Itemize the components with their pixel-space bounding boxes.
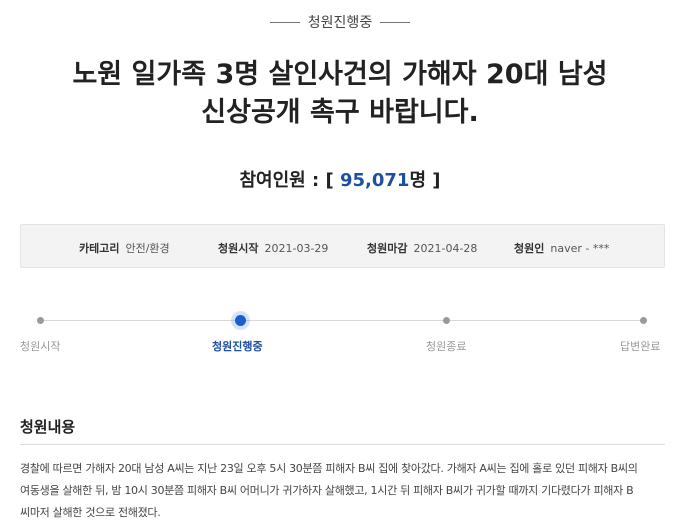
progress-step-answered: 답변완료	[620, 340, 661, 353]
info-category-label: 카테고리	[79, 242, 120, 255]
participant-count-suffix: 명 ]	[409, 170, 441, 191]
info-start-value: 2021-03-29	[264, 242, 329, 255]
status-dash-right	[380, 21, 411, 23]
progress-dot-start	[37, 317, 44, 324]
participant-count-value: 95,071	[339, 170, 410, 191]
status-dash-left	[269, 21, 300, 23]
participant-count: 참여인원 : [ 95,071명 ]	[0, 166, 680, 192]
participant-count-label: 참여인원 : [	[239, 170, 340, 191]
progress-dot-answered	[640, 317, 647, 324]
progress-step-in-progress: 청원진행중	[212, 340, 263, 353]
petition-status: 청원진행중	[0, 12, 680, 32]
info-start-label: 청원시작	[218, 242, 259, 255]
petition-content-body: 경찰에 따르면 가해자 20대 남성 A씨는 지난 23일 오후 5시 30분쯤…	[20, 458, 665, 524]
status-text: 청원진행중	[307, 15, 373, 31]
info-petitioner-value: naver - ***	[550, 242, 610, 255]
progress-dot-in-progress	[235, 315, 246, 326]
info-end-date: 청원마감 2021-04-28	[367, 240, 477, 256]
petition-title-line-1: 노원 일가족 3명 살인사건의 가해자 20대 남성	[72, 59, 608, 90]
petition-title-line-2: 신상공개 촉구 바랍니다.	[201, 97, 479, 128]
info-petitioner: 청원인 naver - ***	[514, 240, 609, 256]
petition-content-heading: 청원내용	[20, 418, 76, 436]
info-category-value: 안전/환경	[125, 242, 170, 255]
progress-track	[40, 320, 645, 321]
section-divider	[20, 444, 665, 445]
info-end-value: 2021-04-28	[413, 242, 478, 255]
progress-step-closed: 청원종료	[426, 340, 467, 353]
petition-title: 노원 일가족 3명 살인사건의 가해자 20대 남성 신상공개 촉구 바랍니다.	[0, 56, 680, 132]
content-line: 씨마저 살해한 것으로 전해졌다.	[20, 506, 161, 519]
info-category: 카테고리 안전/환경	[79, 240, 170, 256]
content-line: 경찰에 따르면 가해자 20대 남성 A씨는 지난 23일 오후 5시 30분쯤…	[20, 462, 638, 475]
content-line: 여동생을 살해한 뒤, 밤 10시 30분쯤 피해자 B씨 어머니가 귀가하자 …	[20, 484, 634, 497]
info-end-label: 청원마감	[367, 242, 408, 255]
progress-step-start: 청원시작	[20, 340, 61, 353]
petition-info-box: 카테고리 안전/환경 청원시작 2021-03-29 청원마감 2021-04-28 …	[20, 224, 665, 268]
info-petitioner-label: 청원인	[514, 242, 545, 255]
info-start-date: 청원시작 2021-03-29	[218, 240, 328, 256]
progress-dot-closed	[443, 317, 450, 324]
